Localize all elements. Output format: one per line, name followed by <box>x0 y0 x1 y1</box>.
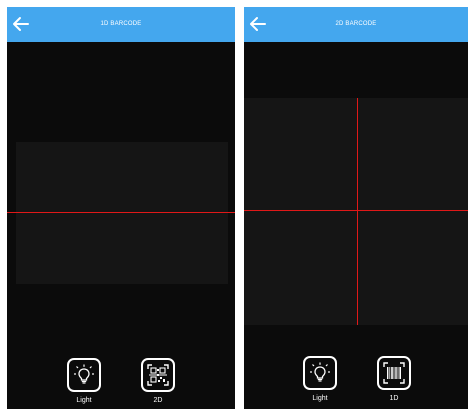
lightbulb-icon <box>74 364 94 384</box>
barcode-icon <box>383 362 405 384</box>
app-bar: 1D BARCODE <box>7 7 235 42</box>
qr-code-icon <box>147 364 169 386</box>
mode-label: 1D <box>389 395 399 402</box>
scanner-screen-1d: 1D BARCODE Light 2D <box>7 7 235 409</box>
scan-line-horizontal <box>7 212 235 213</box>
light-label: Light <box>76 397 92 404</box>
scan-line-vertical <box>357 98 358 325</box>
scan-frame <box>16 142 228 284</box>
scanner-screen-2d: 2D BARCODE Light 1D <box>244 7 468 409</box>
switch-to-2d-button[interactable]: 2D <box>138 358 178 405</box>
scan-line-horizontal <box>244 210 468 211</box>
switch-to-1d-button[interactable]: 1D <box>374 356 414 403</box>
light-button[interactable]: Light <box>300 356 340 403</box>
light-button[interactable]: Light <box>64 358 104 405</box>
light-label: Light <box>312 395 328 402</box>
app-bar: 2D BARCODE <box>244 7 468 42</box>
scan-frame <box>244 98 468 325</box>
page-title: 1D BARCODE <box>100 21 142 27</box>
page-title: 2D BARCODE <box>335 21 377 27</box>
lightbulb-icon <box>310 362 330 382</box>
mode-label: 2D <box>153 397 163 404</box>
